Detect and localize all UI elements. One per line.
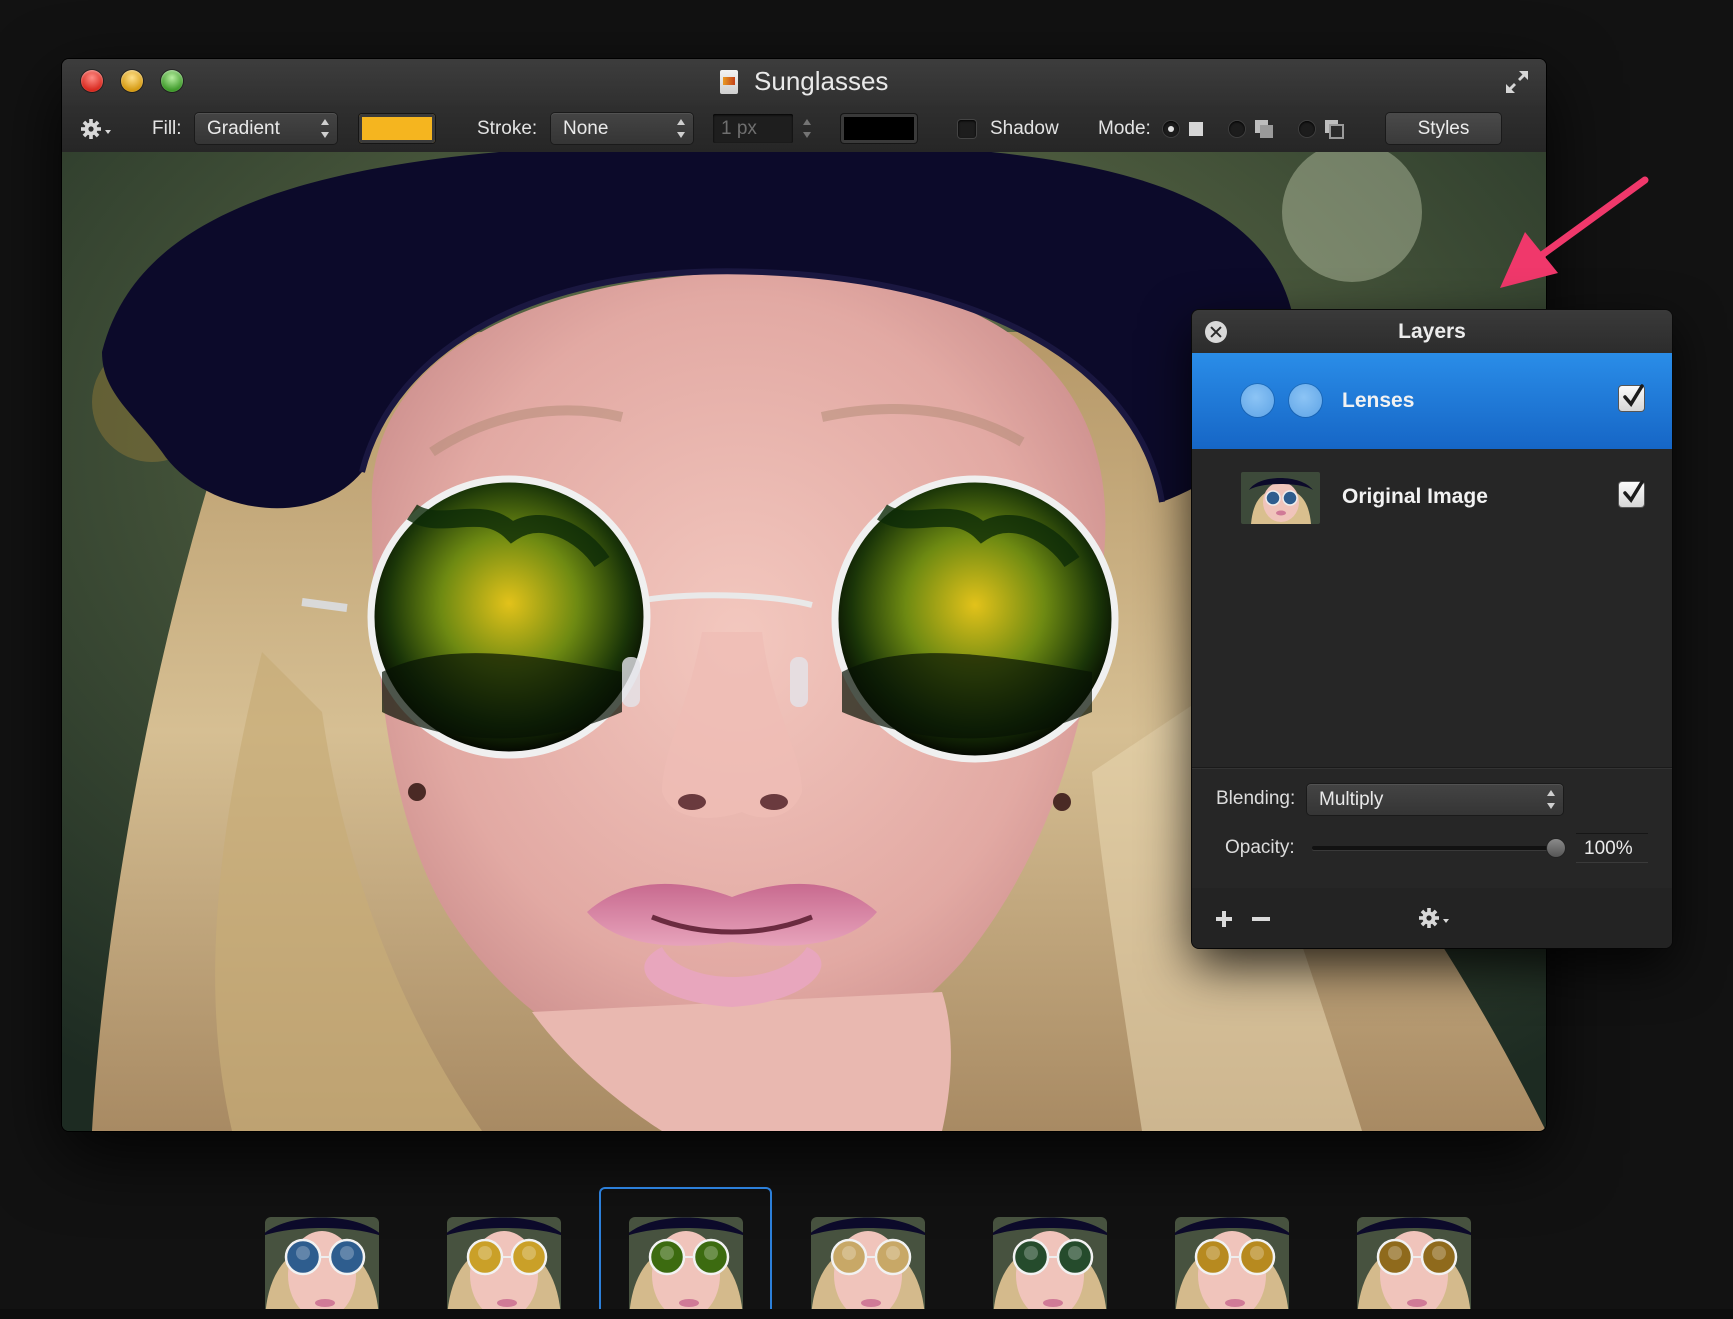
style-preview-icon (629, 1217, 743, 1319)
bottom-edge (0, 1309, 1733, 1319)
divider (1192, 767, 1672, 768)
layer-name: Original Image (1342, 485, 1488, 508)
window-title: Sunglasses (754, 66, 889, 96)
layers-panel-footer (1192, 888, 1672, 948)
styles-button[interactable]: Styles (1386, 113, 1501, 144)
mode-subtract-icon (1325, 119, 1344, 139)
mode-replace-icon (1189, 121, 1203, 136)
fill-type-popup[interactable]: Gradient (195, 113, 337, 144)
layer-name: Lenses (1342, 389, 1415, 412)
mode-option-subtract[interactable] (1299, 105, 1345, 152)
style-preview-icon (811, 1217, 925, 1319)
popup-arrows-icon (676, 119, 686, 138)
shadow-toggle[interactable]: Shadow (958, 105, 1059, 152)
checkmark-icon (1623, 384, 1644, 407)
blending-label: Blending: (1216, 788, 1296, 809)
stroke-type-popup[interactable]: None (551, 113, 693, 144)
title-bar[interactable]: Sunglasses (62, 59, 1546, 106)
popup-arrows-icon (320, 119, 330, 138)
mode-option-replace[interactable] (1163, 105, 1205, 152)
blending-mode-popup[interactable]: Multiply (1307, 784, 1563, 815)
opacity-label: Opacity: (1225, 837, 1295, 858)
layers-panel-title: Layers (1192, 310, 1672, 354)
style-preview-icon (1357, 1217, 1471, 1319)
layer-thumbnail (1241, 472, 1320, 524)
style-preview-icon (447, 1217, 561, 1319)
style-preset-green-yellow[interactable] (629, 1217, 743, 1319)
layer-visibility-checkbox[interactable] (1619, 384, 1644, 411)
layer-row-lenses[interactable]: Lenses (1192, 353, 1672, 449)
remove-layer-icon[interactable] (1252, 917, 1270, 921)
checkmark-icon (1623, 480, 1644, 503)
shadow-label: Shadow (990, 117, 1059, 139)
opacity-field[interactable]: 100% (1576, 833, 1648, 863)
mode-label: Mode: (1098, 117, 1151, 139)
mode-radio-replace[interactable] (1163, 120, 1179, 137)
style-preset-blue-chrome[interactable] (265, 1217, 379, 1319)
style-preset-champagne[interactable] (811, 1217, 925, 1319)
fill-label: Fill: (152, 117, 182, 139)
mode-add-icon (1255, 119, 1273, 138)
style-preset-dark-green[interactable] (993, 1217, 1107, 1319)
style-preset-amber[interactable] (1175, 1217, 1289, 1319)
layer-row-original-image[interactable]: Original Image (1192, 449, 1672, 545)
lens-shape-thumb-icon (1241, 384, 1274, 417)
callout-arrow-icon (1500, 176, 1649, 288)
toolbar: Fill: Gradient Stroke: None 1 px Shadow … (62, 105, 1546, 153)
stroke-width-field[interactable]: 1 px (713, 114, 793, 143)
stepper-arrows-icon (802, 119, 812, 138)
fill-type-value: Gradient (207, 118, 280, 139)
fullscreen-icon[interactable] (1502, 67, 1532, 97)
gear-menu-button[interactable] (80, 105, 114, 152)
close-panel-icon[interactable] (1205, 321, 1227, 343)
lens-shape-thumb-icon (1289, 384, 1322, 417)
document-icon (719, 69, 738, 94)
gear-icon (81, 118, 111, 139)
mode-radio-subtract[interactable] (1299, 120, 1315, 137)
mode-option-add[interactable] (1229, 105, 1275, 152)
add-layer-icon[interactable] (1214, 909, 1234, 929)
stroke-type-value: None (563, 118, 609, 139)
style-preview-icon (1175, 1217, 1289, 1319)
shadow-checkbox[interactable] (958, 119, 976, 138)
style-preview-icon (993, 1217, 1107, 1319)
opacity-slider-track[interactable] (1312, 846, 1557, 850)
popup-arrows-icon (1546, 790, 1556, 809)
layers-panel: Layers Lenses Original Image Blending: M… (1192, 310, 1672, 948)
style-preset-gold[interactable] (447, 1217, 561, 1319)
style-preset-brown-gold[interactable] (1357, 1217, 1471, 1319)
mode-radio-add[interactable] (1229, 120, 1245, 137)
stroke-label: Stroke: (477, 117, 538, 139)
stroke-color-well[interactable] (841, 114, 917, 143)
blending-mode-value: Multiply (1319, 789, 1384, 810)
opacity-slider-knob[interactable] (1547, 839, 1565, 857)
stroke-width-stepper[interactable] (802, 119, 812, 138)
fill-color-well[interactable] (359, 114, 435, 143)
layer-gear-icon[interactable] (1418, 906, 1452, 930)
style-preview-icon (265, 1217, 379, 1319)
layer-visibility-checkbox[interactable] (1619, 480, 1644, 507)
